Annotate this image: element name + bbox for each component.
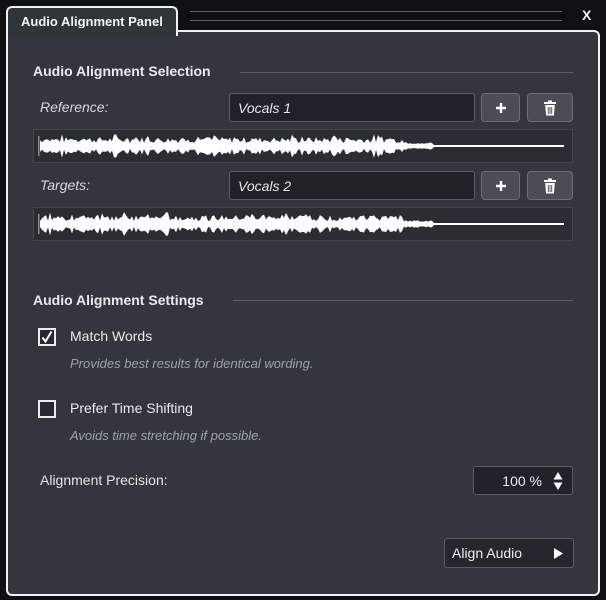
panel-tab-title: Audio Alignment Panel	[21, 14, 163, 29]
align-audio-button[interactable]: Align Audio	[444, 538, 574, 568]
reference-field[interactable]: Vocals 1	[229, 93, 475, 122]
section-divider	[240, 72, 573, 73]
prefer-time-shifting-hint: Avoids time stretching if possible.	[70, 428, 262, 443]
tab-joint	[8, 28, 176, 34]
add-target-button[interactable]	[481, 171, 520, 200]
settings-section-title: Audio Alignment Settings	[33, 292, 204, 308]
alignment-precision-value: 100 %	[502, 473, 542, 489]
trash-icon	[544, 178, 556, 193]
remove-target-button[interactable]	[527, 171, 573, 200]
up-down-arrows-icon[interactable]	[553, 471, 563, 491]
waveform-shape	[40, 212, 564, 236]
play-arrow-icon	[554, 548, 563, 559]
match-words-hint: Provides best results for identical word…	[70, 356, 314, 371]
targets-value: Vocals 2	[238, 178, 292, 194]
trash-icon	[544, 100, 556, 115]
close-button[interactable]: X	[582, 7, 591, 23]
reference-value: Vocals 1	[238, 100, 292, 116]
checkmark-icon	[41, 330, 53, 344]
reference-waveform-graphic	[38, 134, 564, 158]
reference-label: Reference:	[40, 99, 109, 115]
prefer-time-shifting-checkbox[interactable]	[38, 400, 56, 418]
prefer-time-shifting-label[interactable]: Prefer Time Shifting	[70, 400, 193, 416]
plus-icon	[495, 102, 506, 113]
section-divider	[233, 300, 573, 301]
drag-grip-line	[190, 20, 562, 21]
add-reference-button[interactable]	[481, 93, 520, 122]
match-words-checkbox[interactable]	[38, 328, 56, 346]
waveform-shape	[40, 134, 564, 158]
alignment-precision-label: Alignment Precision:	[40, 472, 168, 488]
drag-grip-line	[190, 11, 562, 12]
remove-reference-button[interactable]	[527, 93, 573, 122]
targets-waveform-graphic	[38, 212, 564, 236]
waveform-start-marker	[38, 214, 40, 234]
plus-icon	[495, 180, 506, 191]
targets-label: Targets:	[40, 177, 91, 193]
selection-section-title: Audio Alignment Selection	[33, 63, 211, 79]
targets-waveform[interactable]	[33, 207, 573, 241]
alignment-precision-spinbox[interactable]: 100 %	[473, 466, 573, 495]
match-words-label[interactable]: Match Words	[70, 328, 152, 344]
reference-waveform[interactable]	[33, 129, 573, 163]
targets-field[interactable]: Vocals 2	[229, 171, 475, 200]
waveform-start-marker	[38, 136, 40, 156]
align-audio-label: Align Audio	[452, 545, 523, 561]
